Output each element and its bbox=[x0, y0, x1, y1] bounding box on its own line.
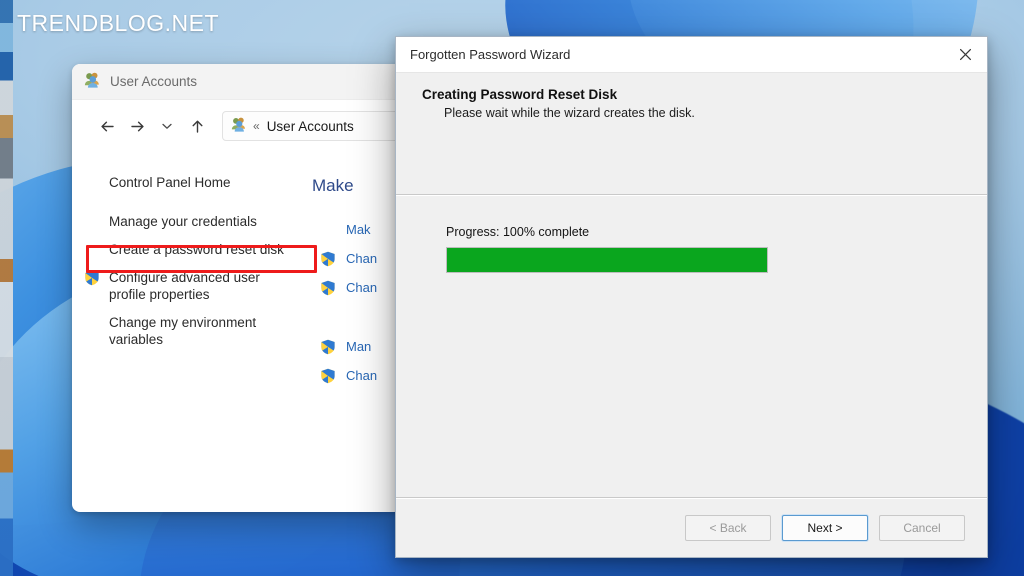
wizard-subheading: Please wait while the wizard creates the… bbox=[444, 106, 695, 120]
shield-icon bbox=[320, 280, 336, 299]
close-icon[interactable] bbox=[943, 37, 987, 72]
main-link-1[interactable]: Chan bbox=[308, 251, 402, 267]
desktop-screen: TRENDBLOG.NET User Accounts « User Accou… bbox=[0, 0, 1024, 576]
chevron-down-icon[interactable] bbox=[152, 111, 182, 141]
wizard-titlebar: Forgotten Password Wizard bbox=[396, 37, 987, 73]
main-link-3[interactable]: Man bbox=[308, 339, 402, 355]
control-panel-sidebar: Control Panel Home Manage your credentia… bbox=[72, 152, 317, 512]
wizard-heading: Creating Password Reset Disk bbox=[422, 87, 618, 102]
control-panel-body: Control Panel Home Manage your credentia… bbox=[72, 152, 402, 512]
main-link-4[interactable]: Chan bbox=[308, 368, 402, 384]
main-link-label: Man bbox=[346, 339, 372, 354]
back-arrow-icon[interactable] bbox=[92, 111, 122, 141]
main-link-label: Chan bbox=[346, 280, 378, 295]
page-title: Make bbox=[312, 176, 354, 195]
left-edge-desktop-strip bbox=[0, 0, 13, 576]
progress-bar bbox=[446, 247, 768, 273]
main-sub-link[interactable]: Mak bbox=[308, 222, 402, 237]
sidebar-item-label: Configure advanced user profile properti… bbox=[109, 270, 260, 302]
sidebar-item-change-environment-variables[interactable]: Change my environment variables bbox=[72, 314, 308, 348]
control-panel-title: User Accounts bbox=[110, 74, 198, 89]
breadcrumb-separator: « bbox=[253, 119, 260, 133]
control-panel-toolbar: « User Accounts bbox=[72, 100, 402, 152]
next-button[interactable]: Next > bbox=[782, 514, 868, 541]
sidebar-item-manage-credentials[interactable]: Manage your credentials bbox=[72, 213, 308, 230]
watermark-text: TRENDBLOG.NET bbox=[17, 10, 220, 36]
wizard-content: Progress: 100% complete bbox=[396, 195, 987, 497]
wizard-button-bar: < Back Next > Cancel bbox=[396, 497, 987, 557]
cancel-button[interactable]: Cancel bbox=[879, 514, 965, 541]
shield-icon bbox=[320, 368, 336, 387]
up-arrow-icon[interactable] bbox=[182, 111, 212, 141]
main-link-label: Chan bbox=[346, 251, 378, 266]
user-accounts-icon bbox=[84, 71, 101, 93]
address-bar[interactable]: « User Accounts bbox=[222, 111, 402, 141]
wizard-header: Creating Password Reset Disk Please wait… bbox=[396, 73, 987, 195]
breadcrumb-current[interactable]: User Accounts bbox=[267, 119, 354, 134]
main-link-2[interactable]: Chan bbox=[308, 280, 402, 296]
forgotten-password-wizard-dialog[interactable]: Forgotten Password Wizard Creating Passw… bbox=[395, 36, 988, 558]
shield-icon bbox=[84, 270, 100, 290]
sidebar-item-create-password-reset-disk[interactable]: Create a password reset disk bbox=[72, 241, 308, 258]
forward-arrow-icon[interactable] bbox=[122, 111, 152, 141]
shield-icon bbox=[320, 339, 336, 358]
progress-bar-fill bbox=[447, 248, 767, 272]
back-button[interactable]: < Back bbox=[685, 514, 771, 541]
main-link-label: Chan bbox=[346, 368, 378, 383]
sidebar-item-control-panel-home[interactable]: Control Panel Home bbox=[72, 174, 308, 191]
control-panel-titlebar: User Accounts bbox=[72, 64, 402, 100]
sidebar-item-configure-advanced-user-profile[interactable]: Configure advanced user profile properti… bbox=[72, 269, 308, 303]
user-accounts-window[interactable]: User Accounts « User Accounts Control Pa… bbox=[72, 64, 402, 512]
control-panel-main-pane: Make Mak Chan Chan Man Chan bbox=[308, 152, 402, 512]
wizard-title: Forgotten Password Wizard bbox=[410, 47, 571, 62]
progress-label: Progress: 100% complete bbox=[446, 225, 590, 239]
shield-icon bbox=[320, 251, 336, 270]
address-user-accounts-icon bbox=[231, 116, 247, 137]
